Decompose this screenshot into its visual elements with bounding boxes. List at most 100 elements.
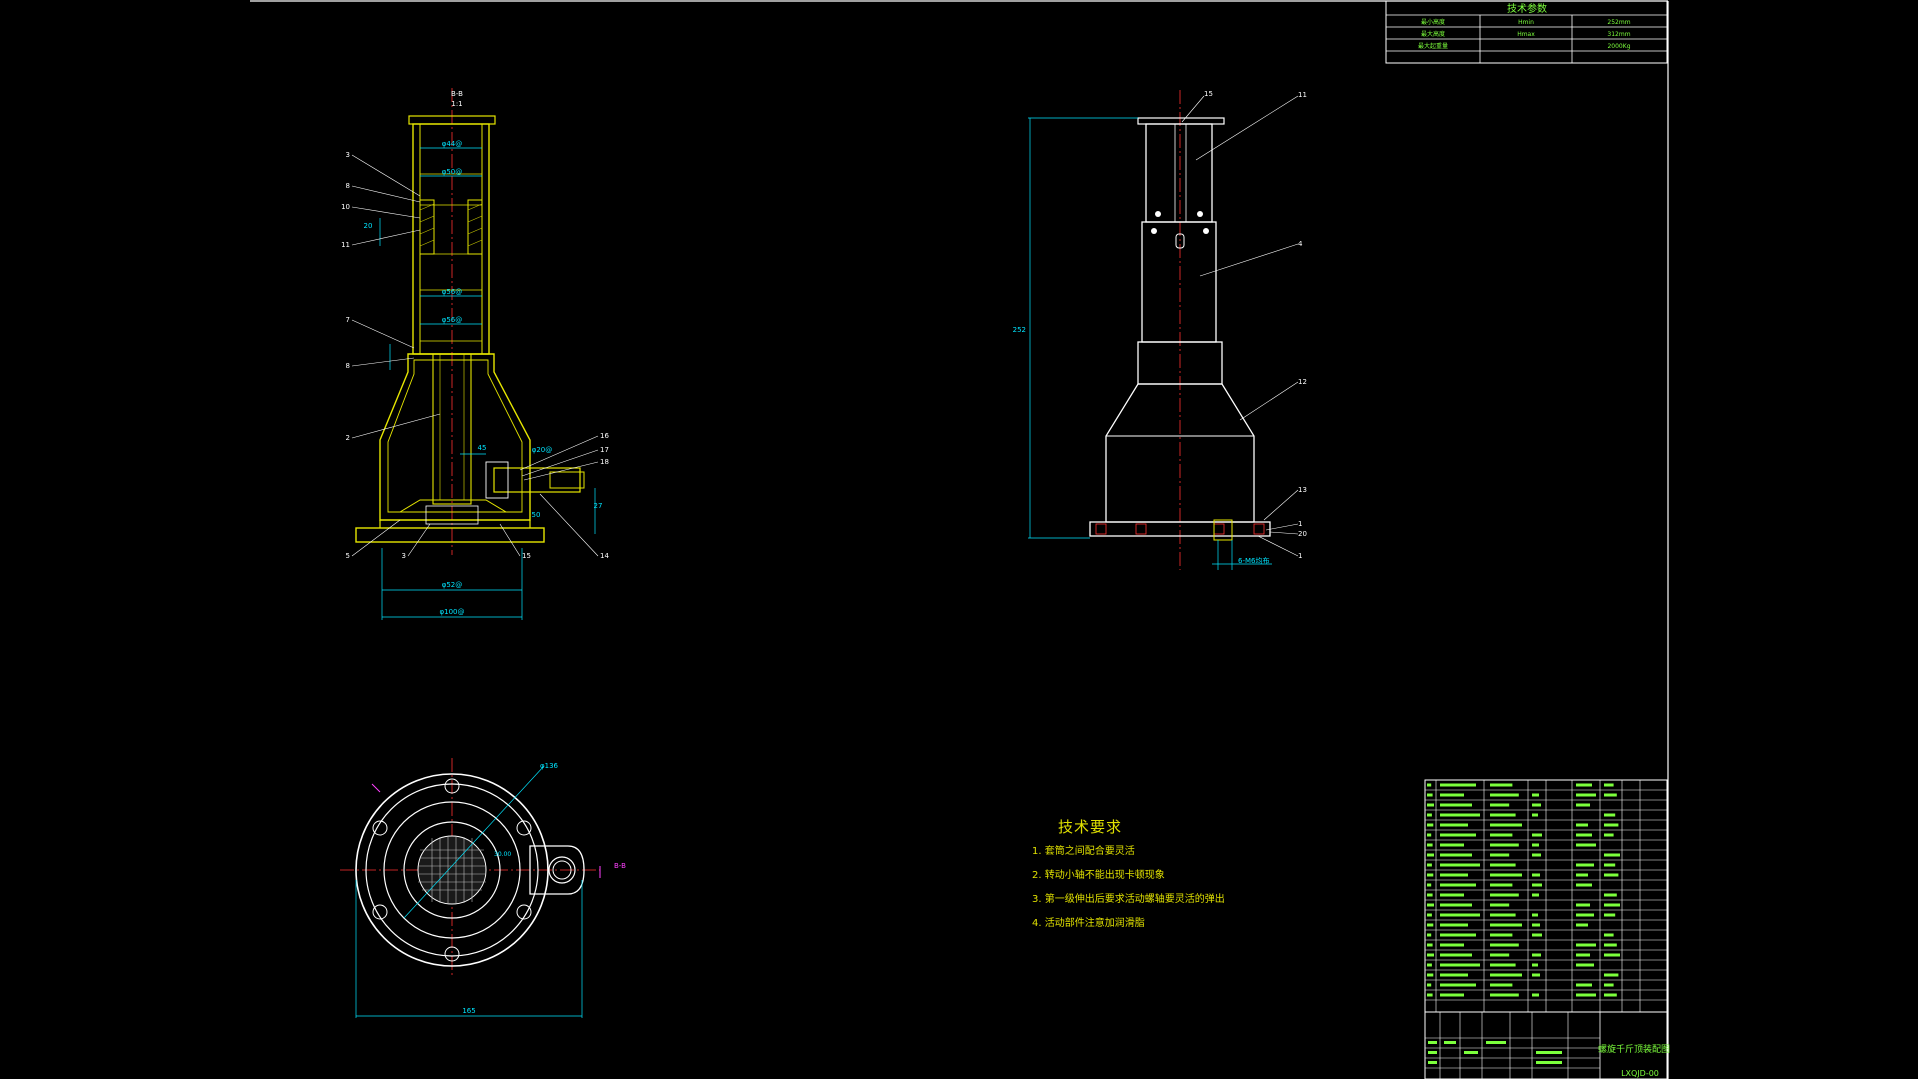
part-num-3: 3 [346,151,350,159]
drawing-title: 螺旋千斤顶装配图 [1598,1043,1670,1055]
parts-cell-text [1604,933,1614,937]
parts-cell-text [1576,783,1592,787]
part-num-8a: 8 [346,182,350,190]
param-name-2: 最大高度 [1421,30,1445,38]
plan-width-dim: 165 [462,1007,475,1015]
parts-cell-text [1427,783,1432,787]
parts-cell-text [1490,853,1510,857]
parts-cell-text [1604,793,1617,797]
parts-cell-text [1604,953,1620,957]
param-symbol-2: Hmax [1517,31,1535,38]
parts-cell-text [1427,883,1432,887]
part-num-12: 12 [1298,378,1307,386]
parts-cell-text [1440,963,1480,967]
params-title: 技术参数 [1507,2,1547,15]
part-num-7: 7 [346,316,350,324]
parts-cell-text [1490,973,1522,977]
parts-cell-text [1490,893,1519,897]
parts-cell-text [1532,883,1542,887]
parts-cell-text [1532,953,1541,957]
parts-cell-text [1576,963,1594,967]
parts-cell-text [1490,993,1519,997]
parts-cell-text [1440,833,1476,837]
height-dim: 252 [1013,326,1026,334]
param-value-3: 2000Kg [1607,43,1630,50]
parts-cell-text [1440,923,1468,927]
elevation-view: 252 6-M6均布 15 11 4 12 13 1 20 1 [1013,90,1307,570]
parts-cell-text [1440,843,1464,847]
part-num-18: 18 [600,458,609,466]
parts-cell-text [1532,813,1538,817]
parts-cell-text [1427,793,1433,797]
parts-cell-text [1576,803,1590,807]
param-value-2: 312mm [1607,31,1630,38]
parts-list [1424,779,1668,1013]
parts-cell-text [1604,863,1616,867]
parts-cell-text [1604,853,1620,857]
parts-cell-text [1490,803,1510,807]
dim-50: 50 [532,511,541,519]
parts-cell-text [1440,803,1472,807]
parts-cell-text [1427,833,1432,837]
parts-cell-text [1440,883,1476,887]
tech-requirements-list: 1. 套筒之间配合要灵活 2. 转动小轴不能出现卡顿现象 3. 第一级伸出后要求… [1032,846,1225,942]
parts-cell-text [1576,883,1592,887]
parts-cell-text [1532,853,1541,857]
bolt-dim: 6-M6均布 [1238,556,1269,565]
parts-cell-text [1440,913,1480,917]
parts-cell-text [1490,793,1519,797]
parts-cell-text [1532,893,1539,897]
param-symbol-1: Hmin [1518,19,1534,26]
parts-cell-text [1576,823,1588,827]
parts-cell-text [1490,983,1513,987]
parts-cell-text [1576,983,1592,987]
plan-dia-dim: φ136 [540,762,559,770]
parts-cell-text [1440,873,1468,877]
parts-cell-text [1576,833,1592,837]
params-table: 技术参数 最小高度 Hmin 252mm 最大高度 Hmax 312mm 最大起… [1385,0,1668,64]
parts-cell-text [1576,793,1596,797]
parts-cell-text [1427,863,1432,867]
parts-cell-text [1604,823,1619,827]
parts-cell-text [1604,873,1619,877]
parts-cell-text [1427,993,1433,997]
dim-phi56-a: φ56@ [442,288,463,296]
parts-cell-text [1532,963,1538,967]
section-view: B-B 1:1 φ44@ φ50@ φ56@ φ56@ φ52@ φ100@ φ… [341,88,609,620]
parts-cell-text [1604,893,1617,897]
part-num-20: 20 [1298,530,1307,538]
parts-cell-text [1490,833,1513,837]
parts-cell-text [1427,953,1434,957]
parts-cell-text [1427,803,1434,807]
parts-cell-text [1490,813,1516,817]
parts-cell-text [1427,813,1432,817]
parts-cell-text [1427,843,1433,847]
parts-cell-text [1440,903,1472,907]
parts-cell-text [1490,843,1519,847]
param-name-1: 最小高度 [1421,18,1445,26]
plan-angle-dim: 30.00 [494,851,511,858]
part-num-13: 13 [1298,486,1307,494]
parts-cell-text [1490,783,1513,787]
parts-cell-text [1490,933,1513,937]
dim-phi56-b: φ56@ [442,316,463,324]
plan-section-mark: B-B [614,862,626,870]
parts-cell-text [1490,823,1522,827]
parts-cell-text [1604,913,1616,917]
cad-drawing-canvas: 技术参数 最小高度 Hmin 252mm 最大高度 Hmax 312mm 最大起… [250,0,1670,1079]
param-name-3: 最大起重量 [1418,42,1448,50]
part-num-11b: 11 [1298,91,1307,99]
part-num-2: 2 [346,434,350,442]
parts-cell-text [1440,983,1476,987]
parts-cell-text [1440,863,1480,867]
parts-cell-text [1440,853,1472,857]
parts-cell-text [1532,873,1540,877]
parts-cell-text [1576,953,1590,957]
parts-cell-text [1532,973,1540,977]
parts-cell-text [1490,923,1522,927]
parts-cell-text [1427,973,1434,977]
drawing-number: LXQJD-00 [1621,1069,1659,1078]
parts-cell-text [1576,843,1596,847]
part-num-16: 16 [600,432,609,440]
part-num-10: 10 [341,203,350,211]
